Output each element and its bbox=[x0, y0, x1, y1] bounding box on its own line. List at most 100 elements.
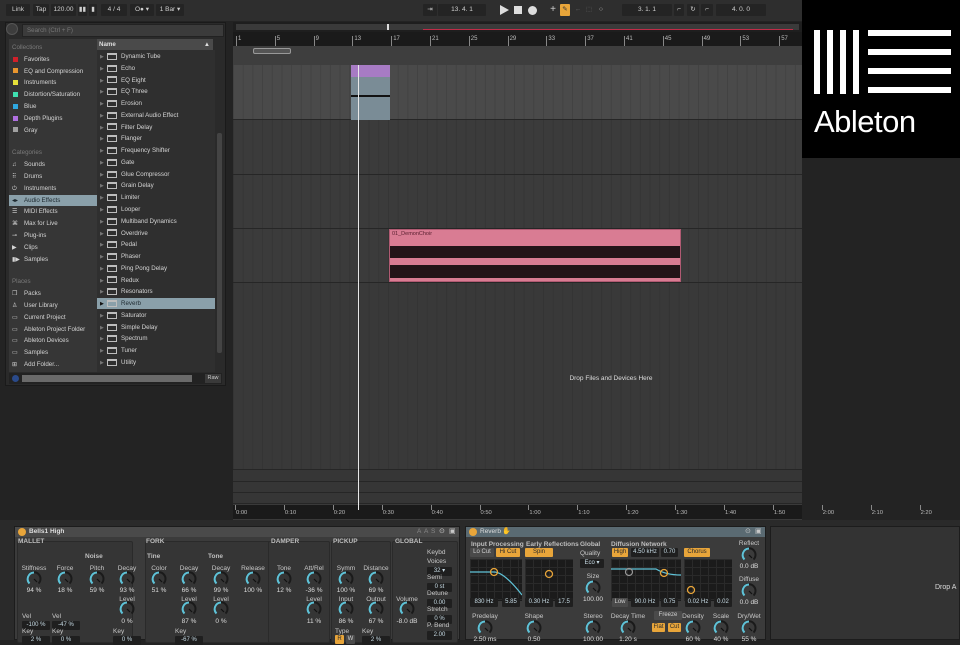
expand-arrow-icon[interactable]: ▶ bbox=[100, 240, 107, 251]
play-icon[interactable] bbox=[500, 5, 509, 15]
hot-swap-icon[interactable]: ⊙ bbox=[439, 528, 445, 535]
field-value[interactable]: 0 % bbox=[113, 636, 141, 645]
sidebar-item-collection[interactable]: Favorites bbox=[9, 54, 97, 65]
device-on-icon[interactable] bbox=[469, 528, 477, 536]
knob[interactable] bbox=[585, 620, 601, 636]
chorus-button[interactable]: Chorus bbox=[684, 548, 710, 557]
flat-button[interactable]: Flat bbox=[652, 623, 665, 632]
browser-item[interactable]: ▶ Gate bbox=[97, 157, 215, 168]
global-field-value[interactable]: 2.00 bbox=[427, 631, 452, 640]
knob[interactable] bbox=[399, 601, 415, 617]
expand-arrow-icon[interactable]: ▶ bbox=[100, 146, 107, 157]
sidebar-item-place[interactable]: ❐ Packs bbox=[9, 288, 97, 299]
expand-arrow-icon[interactable]: ▶ bbox=[100, 205, 107, 216]
input-q-field[interactable]: 5.85 bbox=[502, 598, 520, 607]
browser-item[interactable]: ▶ Reverb bbox=[97, 298, 215, 310]
knob[interactable] bbox=[741, 620, 757, 636]
browser-item[interactable]: ▶ EQ Eight bbox=[97, 75, 215, 86]
early-reflections-display[interactable] bbox=[525, 559, 573, 601]
track-lane-2[interactable] bbox=[233, 120, 802, 175]
expand-arrow-icon[interactable]: ▶ bbox=[100, 52, 107, 63]
low-freq-field[interactable]: 90.0 Hz bbox=[631, 598, 659, 607]
capture-icon[interactable]: ⬚ bbox=[584, 4, 594, 16]
time-ruler[interactable]: 0:00 0:10 0:20 0:30 0:40 0:50 1:00 1:10 1:20 1:30… bbox=[233, 505, 932, 519]
expand-arrow-icon[interactable]: ▶ bbox=[100, 252, 107, 263]
quality-select[interactable]: Eco ▾ bbox=[580, 559, 604, 568]
drop-device-area[interactable]: Drop A bbox=[770, 526, 960, 640]
header-button-s[interactable]: S bbox=[431, 528, 435, 536]
lo-cut-button[interactable]: Lo Cut bbox=[470, 548, 494, 557]
return-lane-b[interactable] bbox=[233, 493, 802, 504]
loop-brace[interactable] bbox=[253, 48, 291, 54]
browser-item[interactable]: ▶ Phaser bbox=[97, 251, 215, 262]
sidebar-item-place[interactable]: ♙ User Library bbox=[9, 300, 97, 311]
input-filter-display[interactable] bbox=[470, 559, 523, 601]
expand-arrow-icon[interactable]: ▶ bbox=[100, 64, 107, 75]
sidebar-item-category[interactable]: ⊸ Plug-ins bbox=[9, 230, 97, 241]
browser-item[interactable]: ▶ Dynamic Tube bbox=[97, 51, 215, 62]
cut-button[interactable]: Cut bbox=[668, 623, 681, 632]
browser-item[interactable]: ▶ Ping Pong Delay bbox=[97, 263, 215, 274]
browser-item[interactable]: ▶ Redux bbox=[97, 275, 215, 286]
browser-item[interactable]: ▶ Glue Compressor bbox=[97, 169, 215, 180]
punch-out-icon[interactable]: ⌐ bbox=[701, 4, 713, 16]
knob[interactable] bbox=[741, 583, 757, 599]
browser-item[interactable]: ▶ External Audio Effect bbox=[97, 110, 215, 121]
header-button-a1[interactable]: A bbox=[417, 528, 421, 536]
chorus-rate-field[interactable]: 0.02 Hz bbox=[685, 598, 711, 607]
midi-clip-header[interactable] bbox=[351, 65, 390, 77]
tap-tempo-button[interactable]: Tap bbox=[33, 4, 49, 16]
expand-arrow-icon[interactable]: ▶ bbox=[100, 358, 107, 369]
header-button-a2[interactable]: A bbox=[424, 528, 428, 536]
punch-icon[interactable]: ○ bbox=[596, 4, 606, 16]
knob[interactable] bbox=[338, 571, 354, 587]
knob[interactable] bbox=[151, 571, 167, 587]
knob[interactable] bbox=[245, 571, 261, 587]
save-preset-icon[interactable]: ▣ bbox=[755, 528, 762, 535]
knob[interactable] bbox=[89, 571, 105, 587]
tempo-field[interactable]: 120.00 bbox=[51, 4, 76, 16]
midi-clip[interactable] bbox=[351, 65, 390, 120]
overview-bar[interactable] bbox=[233, 22, 802, 32]
expand-arrow-icon[interactable]: ▶ bbox=[100, 276, 107, 287]
sidebar-item-collection[interactable]: Blue bbox=[9, 101, 97, 112]
browser-item[interactable]: ▶ Pedal bbox=[97, 239, 215, 250]
sidebar-item-category[interactable]: ⠿ Drums bbox=[9, 171, 97, 182]
browser-scrollbar[interactable] bbox=[217, 133, 222, 353]
sidebar-item-category[interactable]: ☰ MIDI Effects bbox=[9, 206, 97, 217]
expand-arrow-icon[interactable]: ▶ bbox=[100, 134, 107, 145]
hi-cut-button[interactable]: Hi Cut bbox=[496, 548, 520, 557]
loop-brace-lane[interactable] bbox=[233, 46, 802, 65]
quantize-menu[interactable]: 1 Bar ▾ bbox=[156, 4, 184, 16]
browser-item[interactable]: ▶ Overdrive bbox=[97, 228, 215, 239]
expand-arrow-icon[interactable]: ▶ bbox=[100, 229, 107, 240]
expand-arrow-icon[interactable]: ▶ bbox=[100, 264, 107, 275]
knob[interactable] bbox=[26, 571, 42, 587]
low-button[interactable]: Low bbox=[612, 598, 628, 607]
save-preset-icon[interactable]: ▣ bbox=[449, 528, 456, 535]
audio-clip[interactable]: 01_DemonChoir bbox=[389, 229, 681, 282]
expand-arrow-icon[interactable]: ▶ bbox=[100, 217, 107, 228]
browser-item[interactable]: ▶ Filter Delay bbox=[97, 122, 215, 133]
knob[interactable] bbox=[585, 580, 601, 596]
nudge-down-icon[interactable]: ▮▮ bbox=[78, 4, 87, 16]
field-value[interactable]: 0 % bbox=[52, 636, 80, 645]
browser-item[interactable]: ▶ Limiter bbox=[97, 192, 215, 203]
search-input[interactable]: Search (Ctrl + F) bbox=[22, 24, 224, 37]
browser-item[interactable]: ▶ Looper bbox=[97, 204, 215, 215]
expand-arrow-icon[interactable]: ▶ bbox=[100, 87, 107, 98]
knob[interactable] bbox=[526, 620, 542, 636]
sidebar-item-place[interactable]: ▭ Current Project bbox=[9, 312, 97, 323]
browser-item[interactable]: ▶ Tuner bbox=[97, 345, 215, 356]
expand-arrow-icon[interactable]: ▶ bbox=[100, 76, 107, 87]
knob[interactable] bbox=[119, 601, 135, 617]
knob[interactable] bbox=[368, 571, 384, 587]
browser-item[interactable]: ▶ Echo bbox=[97, 63, 215, 74]
expand-arrow-icon[interactable]: ▶ bbox=[100, 311, 107, 322]
sidebar-item-collection[interactable]: EQ and Compression bbox=[9, 66, 97, 77]
expand-arrow-icon[interactable]: ▶ bbox=[100, 299, 107, 310]
sidebar-item-place[interactable]: ▭ Ableton Project Folder bbox=[9, 324, 97, 335]
song-position-field[interactable]: 13. 4. 1 bbox=[438, 4, 486, 16]
browser-item[interactable]: ▶ Grain Delay bbox=[97, 180, 215, 191]
browser-item[interactable]: ▶ Simple Delay bbox=[97, 322, 215, 333]
